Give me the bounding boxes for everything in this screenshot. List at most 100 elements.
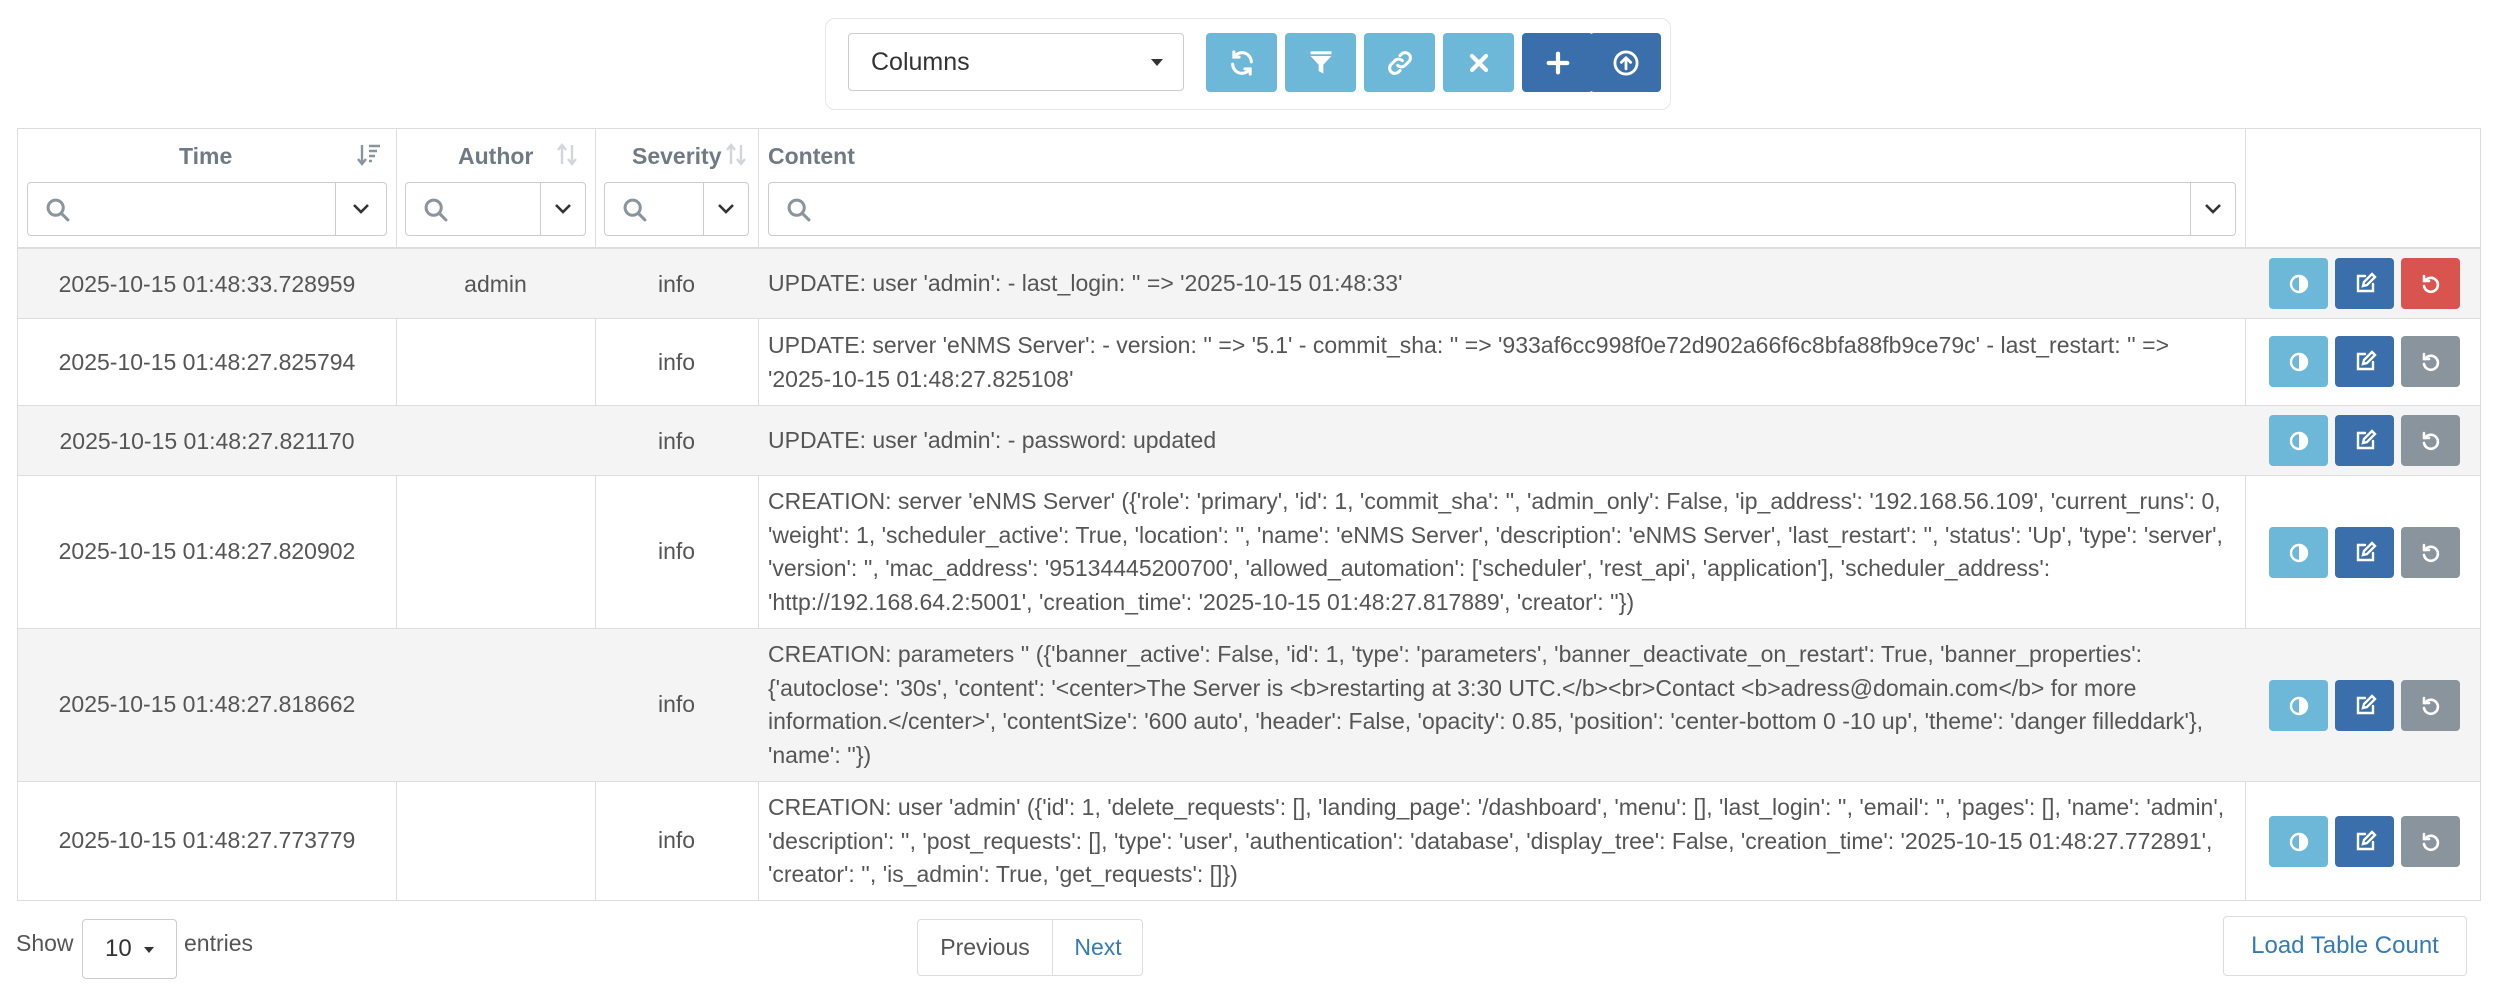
revert-button[interactable] <box>2401 336 2460 387</box>
content-filter-input[interactable] <box>768 182 2236 236</box>
row-time: 2025-10-15 01:48:27.825794 <box>58 349 356 375</box>
toggle-diff-button[interactable] <box>2269 336 2328 387</box>
revert-button[interactable] <box>2401 527 2460 578</box>
revert-icon <box>2422 696 2439 715</box>
revert-icon <box>2422 543 2439 562</box>
chevron-down-icon <box>718 204 734 214</box>
severity-filter-input[interactable] <box>604 182 749 236</box>
toggle-diff-button[interactable] <box>2269 680 2328 731</box>
contrast-icon <box>2289 543 2308 562</box>
edit-button[interactable] <box>2335 816 2394 867</box>
revert-icon <box>2422 431 2439 450</box>
edit-icon <box>2356 428 2377 449</box>
contrast-icon <box>2289 696 2308 715</box>
edit-icon <box>2356 693 2377 714</box>
row-time: 2025-10-15 01:48:33.728959 <box>58 271 356 297</box>
revert-button[interactable] <box>2401 680 2460 731</box>
row-time: 2025-10-15 01:48:27.820902 <box>58 538 356 564</box>
column-header-severity[interactable]: Severity <box>632 143 722 170</box>
author-filter-input[interactable] <box>405 182 586 236</box>
edit-button[interactable] <box>2335 258 2394 309</box>
sort-icon[interactable] <box>724 142 748 168</box>
row-severity: info <box>657 428 696 454</box>
toggle-diff-button[interactable] <box>2269 258 2328 309</box>
table-header: Time Author Severity Content <box>18 129 2480 249</box>
column-header-time[interactable]: Time <box>179 143 232 170</box>
upload-icon <box>1613 50 1638 75</box>
severity-filter-dropdown[interactable] <box>703 183 748 235</box>
row-content: CREATION: parameters '' ({'banner_active… <box>768 641 2204 768</box>
search-icon <box>424 198 448 222</box>
chevron-down-icon <box>2205 204 2221 214</box>
column-header-content: Content <box>768 143 855 169</box>
search-icon <box>46 198 70 222</box>
previous-page-button[interactable]: Previous <box>918 920 1053 975</box>
toggle-diff-button[interactable] <box>2269 816 2328 867</box>
contrast-icon <box>2289 832 2308 851</box>
edit-icon <box>2356 349 2377 370</box>
time-filter-input[interactable] <box>27 182 387 236</box>
columns-select-label: Columns <box>871 48 970 76</box>
table-row: 2025-10-15 01:48:27.818662 info CREATION… <box>18 628 2480 782</box>
contrast-icon <box>2289 431 2308 450</box>
row-content: CREATION: server 'eNMS Server' ({'role':… <box>768 488 2223 615</box>
row-severity: info <box>657 827 696 853</box>
row-severity: info <box>657 691 696 717</box>
edit-button[interactable] <box>2335 527 2394 578</box>
changelog-table: Time Author Severity Content 2025-10-15 … <box>17 128 2481 901</box>
close-icon <box>1469 53 1488 72</box>
upload-button[interactable] <box>1590 33 1661 92</box>
row-severity: info <box>657 538 696 564</box>
plus-icon <box>1546 51 1569 74</box>
columns-select[interactable]: Columns <box>848 33 1184 91</box>
refresh-button[interactable] <box>1206 33 1277 92</box>
revert-button[interactable] <box>2401 415 2460 466</box>
chevron-down-icon <box>555 204 571 214</box>
revert-button[interactable] <box>2401 258 2460 309</box>
contrast-icon <box>2289 352 2308 371</box>
content-filter-dropdown[interactable] <box>2190 183 2235 235</box>
revert-button[interactable] <box>2401 816 2460 867</box>
copy-link-button[interactable] <box>1364 33 1435 92</box>
edit-icon <box>2356 540 2377 561</box>
table-row: 2025-10-15 01:48:27.821170 info UPDATE: … <box>18 405 2480 476</box>
page-length-select[interactable]: 10 <box>82 919 177 979</box>
toggle-diff-button[interactable] <box>2269 415 2328 466</box>
revert-icon <box>2422 274 2439 293</box>
row-severity: info <box>657 271 696 297</box>
row-content: CREATION: user 'admin' ({'id': 1, 'delet… <box>768 794 2225 887</box>
next-page-button[interactable]: Next <box>1053 920 1143 975</box>
table-row: 2025-10-15 01:48:27.820902 info CREATION… <box>18 475 2480 629</box>
sort-desc-icon[interactable] <box>356 142 382 168</box>
time-filter-dropdown[interactable] <box>335 183 386 235</box>
entries-label: entries <box>184 930 254 956</box>
column-header-author[interactable]: Author <box>458 143 533 170</box>
edit-icon <box>2356 829 2377 850</box>
table-toolbar: Columns <box>825 18 1671 110</box>
link-icon <box>1387 50 1412 75</box>
show-label: Show <box>16 930 74 956</box>
edit-button[interactable] <box>2335 336 2394 387</box>
filter-button[interactable] <box>1285 33 1356 92</box>
filter-icon <box>1310 50 1331 73</box>
table-row: 2025-10-15 01:48:33.728959 admin info UP… <box>18 248 2480 319</box>
contrast-icon <box>2289 274 2308 293</box>
edit-button[interactable] <box>2335 680 2394 731</box>
load-table-count-button[interactable]: Load Table Count <box>2223 916 2467 976</box>
page-length-value: 10 <box>105 935 132 962</box>
table-row: 2025-10-15 01:48:27.773779 info CREATION… <box>18 781 2480 901</box>
sort-icon[interactable] <box>555 142 579 168</box>
clear-filters-button[interactable] <box>1443 33 1514 92</box>
edit-icon <box>2356 271 2377 292</box>
row-content: UPDATE: user 'admin': - password: update… <box>768 427 1217 453</box>
toggle-diff-button[interactable] <box>2269 527 2328 578</box>
row-severity: info <box>657 349 696 375</box>
add-button[interactable] <box>1522 33 1593 92</box>
author-filter-dropdown[interactable] <box>540 183 585 235</box>
edit-button[interactable] <box>2335 415 2394 466</box>
table-row: 2025-10-15 01:48:27.825794 info UPDATE: … <box>18 318 2480 406</box>
search-icon <box>787 198 811 222</box>
row-time: 2025-10-15 01:48:27.821170 <box>59 428 355 454</box>
chevron-down-icon <box>353 204 369 214</box>
search-icon <box>623 198 647 222</box>
